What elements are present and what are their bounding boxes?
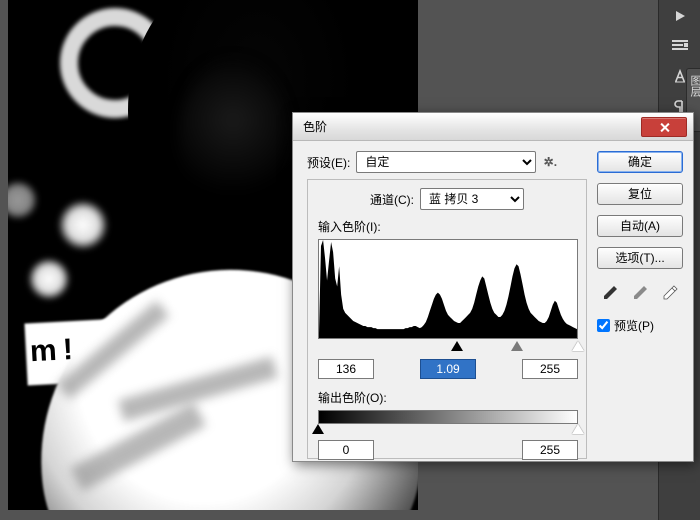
output-black-field[interactable] [318,440,374,460]
input-black-field[interactable] [318,359,374,379]
preset-menu-icon[interactable]: ✲. [542,154,558,170]
dialog-title: 色阶 [303,113,327,141]
dialog-titlebar[interactable]: 色阶 [293,113,693,141]
output-gradient[interactable] [318,410,578,424]
eyedropper-gray-icon[interactable] [629,283,651,303]
options-button[interactable]: 选项(T)... [597,247,683,269]
output-slider-track[interactable] [318,424,578,436]
input-white-slider[interactable] [572,341,584,351]
input-gamma-field[interactable] [420,359,476,379]
levels-dialog: 色阶 预设(E): 自定 ✲. 通道(C): 蓝 拷贝 3 输入色阶(I): [292,112,694,462]
levels-groupbox: 通道(C): 蓝 拷贝 3 输入色阶(I): 输出色阶(O): [307,179,587,459]
output-levels-label: 输出色阶(O): [318,389,576,406]
ok-button[interactable]: 确定 [597,151,683,173]
output-white-slider[interactable] [572,424,584,434]
eyedropper-black-icon[interactable] [599,283,621,303]
output-black-slider[interactable] [312,424,324,434]
preset-label: 预设(E): [307,154,350,171]
preview-checkbox[interactable] [597,319,610,332]
input-gamma-slider[interactable] [511,341,523,351]
eyedropper-group [597,283,683,303]
channel-label: 通道(C): [370,191,414,208]
input-white-field[interactable] [522,359,578,379]
input-black-slider[interactable] [451,341,463,351]
paragraph-style-icon[interactable] [666,34,694,58]
preset-select[interactable]: 自定 [356,151,536,173]
play-icon[interactable] [666,4,694,28]
panel-tab-label: 图层 [687,69,700,97]
input-slider-track[interactable] [318,341,578,355]
input-levels-label: 输入色阶(I): [318,218,576,235]
output-white-field[interactable] [522,440,578,460]
reset-button[interactable]: 复位 [597,183,683,205]
close-button[interactable] [641,117,687,137]
histogram[interactable] [318,239,578,339]
preview-checkbox-row[interactable]: 预览(P) [597,317,683,334]
preview-label: 预览(P) [614,317,654,334]
channel-select[interactable]: 蓝 拷贝 3 [420,188,524,210]
eyedropper-white-icon[interactable] [659,283,681,303]
auto-button[interactable]: 自动(A) [597,215,683,237]
